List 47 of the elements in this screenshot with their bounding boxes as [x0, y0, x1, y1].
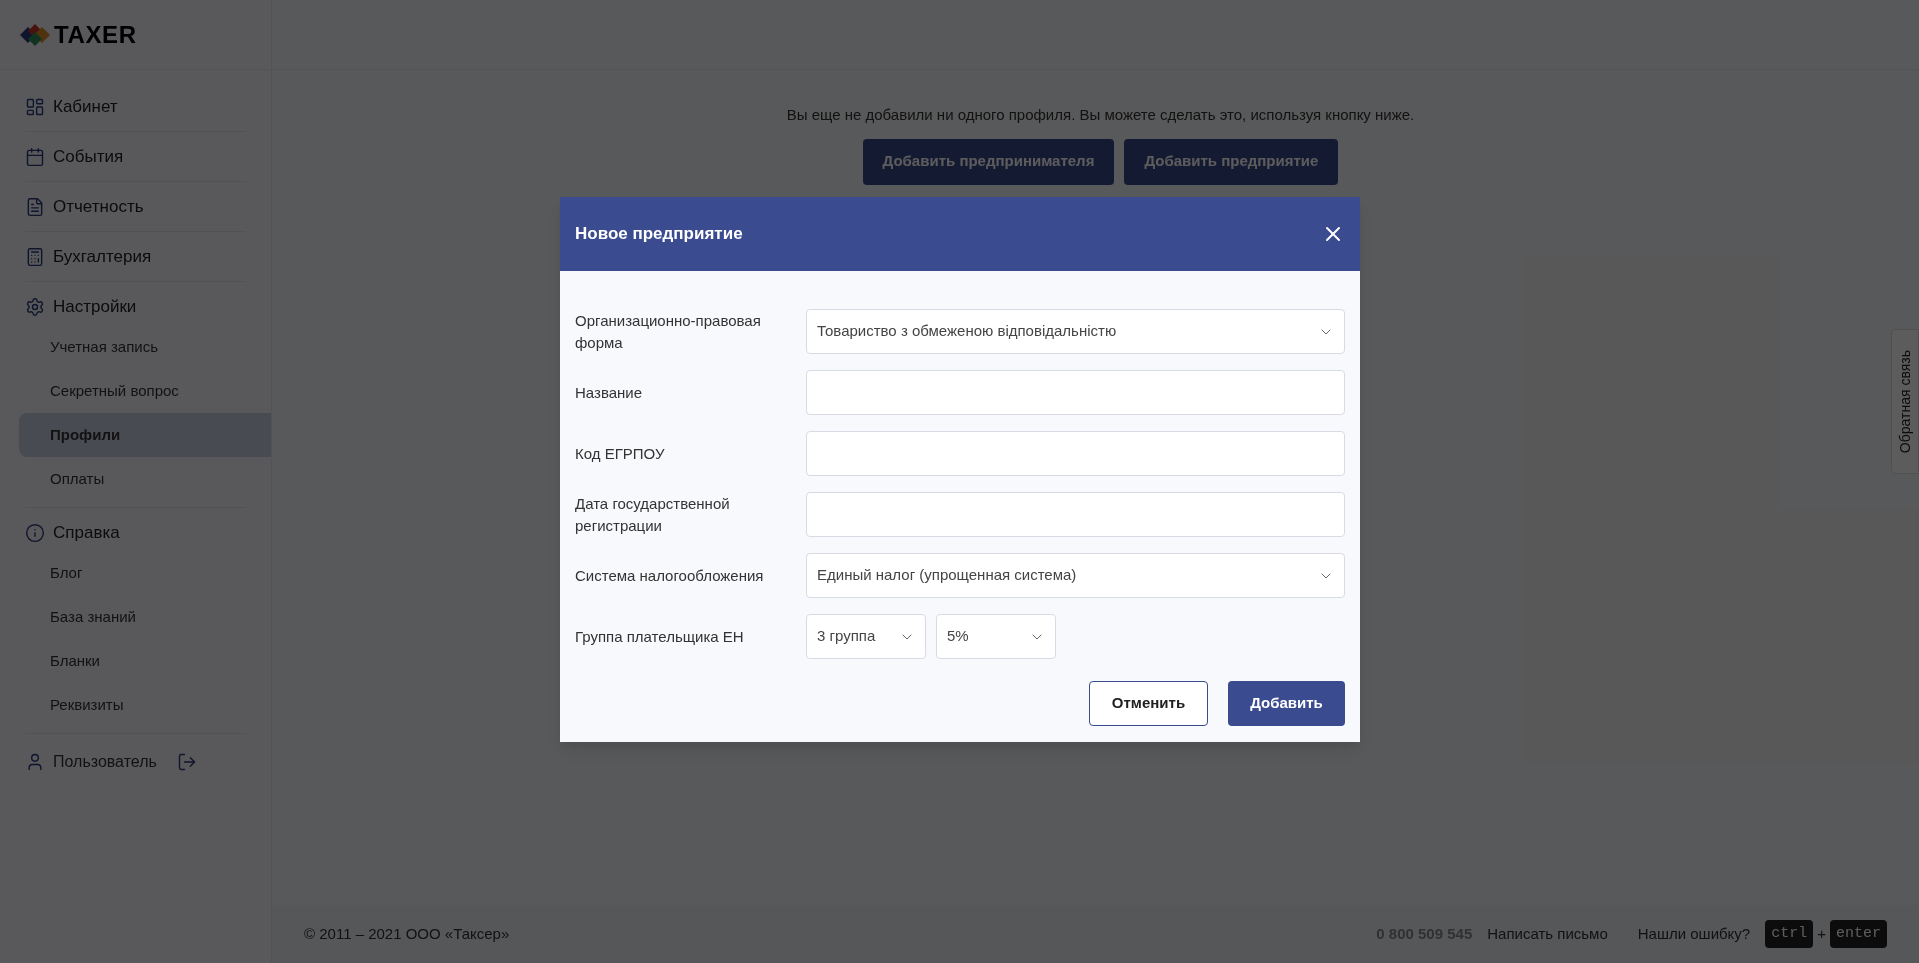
info-icon — [25, 522, 45, 543]
key-label: ctrl — [1765, 919, 1814, 949]
user-name[interactable]: Пользователь — [53, 750, 157, 774]
input-field[interactable] — [806, 370, 1345, 415]
field-label: Группа плательщика ЕН — [575, 626, 745, 647]
nav-subitem[interactable]: Бланки — [19, 639, 271, 683]
add-button[interactable]: Добавить предприятие — [1124, 138, 1339, 185]
field-label: Организационно-правовая форма — [575, 310, 762, 353]
error-hint: Нашли ошибку? — [1637, 923, 1751, 944]
dialog-title: Новое предприятие — [575, 223, 743, 246]
select-field[interactable]: Единый налог (упрощенная система) — [806, 553, 1345, 598]
cancel-button[interactable]: Отменить — [1089, 681, 1208, 726]
write-letter-link[interactable]: Написать письмо — [1487, 922, 1608, 946]
empty-message: Вы еще не добавили ни одного профиля. Вы можете сделать это, используя кнопку ниже. — [786, 105, 1415, 125]
input-field[interactable] — [806, 431, 1345, 476]
add-button[interactable]: Добавить предпринимателя — [862, 138, 1115, 185]
select-field[interactable]: Товариство з обмеженою відповідальністю — [806, 309, 1345, 354]
select-field[interactable]: 5% — [936, 614, 1056, 659]
nav-item[interactable]: Кабинет — [25, 82, 246, 131]
input-field[interactable] — [806, 492, 1345, 537]
nav-item[interactable]: События — [25, 132, 246, 181]
logo-icon — [20, 23, 50, 46]
field-label: Дата государственной регистрации — [575, 493, 731, 536]
nav-subitem[interactable]: Оплаты — [19, 457, 271, 501]
logout-icon[interactable] — [176, 752, 197, 772]
nav-subitem[interactable]: Секретный вопрос — [19, 369, 271, 413]
nav-item[interactable]: Отчетность — [25, 182, 246, 231]
add-button[interactable]: Добавить — [1228, 681, 1345, 726]
user-icon — [25, 752, 45, 772]
document-icon — [25, 196, 45, 217]
field-label: Система налогообложения — [575, 565, 765, 586]
settings-icon — [25, 296, 45, 317]
calendar-icon — [25, 146, 45, 167]
nav-subitem[interactable]: Профили — [19, 413, 271, 457]
field-label: Название — [575, 382, 644, 403]
nav-subitem[interactable]: База знаний — [19, 595, 271, 639]
feedback-tab[interactable]: Обратная связь — [1891, 329, 1919, 474]
field-label: Код ЕГРПОУ — [575, 443, 666, 464]
plus-sign: + — [1817, 923, 1826, 944]
nav-item[interactable]: Бухгалтерия — [25, 232, 246, 281]
calculator-icon — [25, 246, 45, 267]
logo-text: TAXER — [54, 19, 137, 50]
key-label: enter — [1830, 919, 1887, 949]
dashboard-icon — [25, 96, 45, 117]
nav-subitem[interactable]: Реквизиты — [19, 683, 271, 727]
copyright-text: © 2011 – 2021 ООО «Таксер» — [304, 923, 510, 944]
select-field[interactable]: 3 группа — [806, 614, 926, 659]
